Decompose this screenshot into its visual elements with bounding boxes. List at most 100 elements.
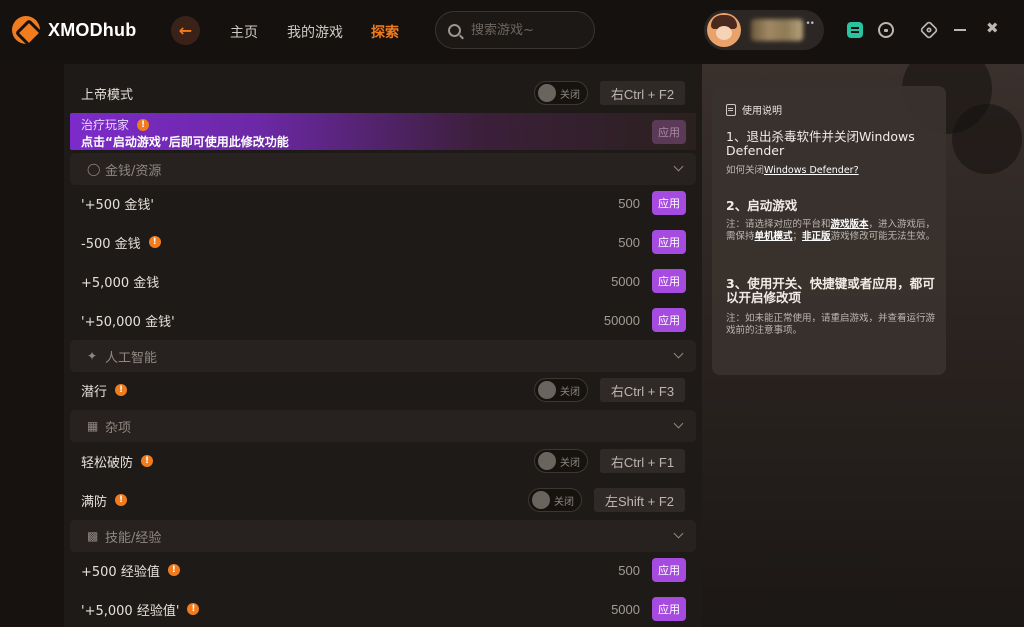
section-label: 杂项 xyxy=(105,420,132,436)
info-icon[interactable]: ! xyxy=(115,494,128,506)
mod-row-money-4: '+50,000 金钱' 50000 应用 xyxy=(70,301,696,339)
banner-title-text: 治疗玩家 xyxy=(81,118,130,132)
mod-value[interactable]: 5000 xyxy=(590,602,640,617)
arrow-left-icon: ← xyxy=(178,21,193,40)
mod-label: +5,000 金钱 xyxy=(81,275,160,291)
step1-note: 如何关闭Windows Defender? xyxy=(726,165,938,177)
apply-button[interactable]: 应用 xyxy=(652,558,686,582)
banner-title: 治疗玩家! xyxy=(81,116,150,133)
mod-row-stealth: 潜行! 关闭 右Ctrl + F3 xyxy=(70,371,696,409)
full-defense-hotkey[interactable]: 左Shift + F2 xyxy=(594,488,685,512)
mod-value[interactable]: 500 xyxy=(590,563,640,578)
stealth-toggle[interactable]: 关闭 xyxy=(534,378,588,402)
mod-row-full-defense: 满防! 关闭 左Shift + F2 xyxy=(70,481,696,519)
windows-defender-help-link[interactable]: Windows Defender? xyxy=(764,165,859,176)
nav-explore[interactable]: 探索 xyxy=(371,22,399,42)
search-icon xyxy=(448,23,461,37)
section-label: 技能/经验 xyxy=(105,530,162,546)
usage-guide-card: 使用说明 1、退出杀毒软件并关闭Windows Defender 如何关闭Win… xyxy=(712,86,946,375)
mod-value[interactable]: 500 xyxy=(590,196,640,211)
grid-icon: ▦ xyxy=(87,419,99,433)
mod-value[interactable]: 50000 xyxy=(590,313,640,328)
mod-label-text: '+5,000 经验值' xyxy=(81,603,180,619)
mod-label: '+50,000 金钱' xyxy=(81,314,175,330)
more-icon: •• xyxy=(805,19,815,29)
mod-row-xp-2: '+5,000 经验值'! 5000 应用 xyxy=(70,590,696,627)
info-icon[interactable]: ! xyxy=(167,564,180,576)
mod-label-text: 潜行 xyxy=(81,384,108,400)
apply-button[interactable]: 应用 xyxy=(652,230,686,254)
god-mode-hotkey[interactable]: 右Ctrl + F2 xyxy=(600,81,685,105)
toggle-knob xyxy=(538,452,556,470)
info-icon[interactable]: ! xyxy=(187,603,200,615)
username-blurred xyxy=(751,19,803,41)
mod-row-god-mode: 上帝模式 关闭 右Ctrl + F2 xyxy=(70,74,696,112)
app-name: XMODhub xyxy=(48,19,137,40)
mod-label: +500 经验值! xyxy=(81,561,180,580)
easy-break-toggle[interactable]: 关闭 xyxy=(534,449,588,473)
mod-label: '+500 金钱' xyxy=(81,197,154,213)
minimize-icon[interactable] xyxy=(954,29,966,31)
nav-home[interactable]: 主页 xyxy=(230,22,258,42)
toggle-knob xyxy=(532,491,550,509)
user-profile[interactable]: •• xyxy=(704,10,824,50)
document-icon xyxy=(726,103,736,116)
section-misc[interactable]: ▦ 杂项 xyxy=(70,410,696,442)
step2-note: 注：请选择对应的平台和游戏版本，进入游戏后，需保持单机模式；非正版游戏修改可能无… xyxy=(726,219,938,243)
search-box[interactable] xyxy=(435,11,595,49)
apply-button[interactable]: 应用 xyxy=(652,269,686,293)
heal-player-banner: 治疗玩家! 点击“启动游戏”后即可使用此修改功能 应用 xyxy=(70,113,696,150)
mod-row-xp-1: +500 经验值! 500 应用 xyxy=(70,551,696,589)
full-defense-toggle[interactable]: 关闭 xyxy=(528,488,582,512)
toggle-knob xyxy=(538,84,556,102)
collapse-icon[interactable]: ✖ xyxy=(986,20,1002,36)
section-money[interactable]: ◯ 金钱/资源 xyxy=(70,153,696,185)
apply-button[interactable]: 应用 xyxy=(652,597,686,621)
sync-icon[interactable] xyxy=(847,22,863,38)
note-emphasis: 非正版 xyxy=(802,231,831,242)
toggle-label: 关闭 xyxy=(560,457,580,469)
step1-title: 1、退出杀毒软件并关闭Windows Defender xyxy=(726,129,915,158)
mod-row-easy-break: 轻松破防! 关闭 右Ctrl + F1 xyxy=(70,442,696,480)
nav-my-games[interactable]: 我的游戏 xyxy=(287,22,343,42)
app-logo[interactable]: XMODhub xyxy=(12,16,136,44)
info-icon[interactable]: ! xyxy=(148,236,161,248)
guide-header: 使用说明 xyxy=(726,102,782,117)
info-icon[interactable]: ! xyxy=(137,118,150,131)
easy-break-hotkey[interactable]: 右Ctrl + F1 xyxy=(600,449,685,473)
mod-label-text: -500 金钱 xyxy=(81,236,141,252)
chat-icon[interactable] xyxy=(878,22,894,38)
mod-label: -500 金钱! xyxy=(81,233,161,252)
mod-label-text: 满防 xyxy=(81,494,108,510)
note-emphasis: 游戏版本 xyxy=(830,219,869,230)
note-text: 注：请选择对应的平台和 xyxy=(726,219,831,230)
step2-title-text: 2、启动游戏 xyxy=(726,198,798,213)
search-input[interactable] xyxy=(471,22,581,38)
mod-row-money-2: -500 金钱! 500 应用 xyxy=(70,223,696,261)
heal-apply-button[interactable]: 应用 xyxy=(652,120,686,144)
info-icon[interactable]: ! xyxy=(115,384,128,396)
stealth-hotkey[interactable]: 右Ctrl + F3 xyxy=(600,378,685,402)
step3-note: 注：如未能正常使用，请重启游戏，并查看运行游戏前的注意事项。 xyxy=(726,313,936,336)
mod-label: 潜行! xyxy=(81,381,128,400)
mod-value[interactable]: 500 xyxy=(590,235,640,250)
chevron-down-icon xyxy=(673,161,684,172)
god-mode-toggle[interactable]: 关闭 xyxy=(534,81,588,105)
step3-title: 3、使用开关、快捷键或者应用，都可以开启修改项 xyxy=(726,277,938,305)
mod-row-money-3: +5,000 金钱 5000 应用 xyxy=(70,262,696,300)
step1-note-text: 如何关闭 xyxy=(726,165,765,176)
apply-button[interactable]: 应用 xyxy=(652,191,686,215)
top-bar: XMODhub ← 主页 我的游戏 探索 •• ✖ xyxy=(0,0,1024,62)
section-skill[interactable]: ▩ 技能/经验 xyxy=(70,520,696,552)
mod-label: 上帝模式 xyxy=(81,87,134,103)
note-text: ； xyxy=(792,231,803,242)
apply-button[interactable]: 应用 xyxy=(652,308,686,332)
section-ai[interactable]: ✦ 人工智能 xyxy=(70,340,696,372)
step2-title: 2、启动游戏 xyxy=(726,199,938,213)
section-label: 金钱/资源 xyxy=(105,163,162,179)
info-icon[interactable]: ! xyxy=(141,455,154,467)
back-button[interactable]: ← xyxy=(171,16,200,45)
mod-value[interactable]: 5000 xyxy=(590,274,640,289)
avatar xyxy=(707,13,741,47)
settings-icon[interactable] xyxy=(919,20,939,40)
